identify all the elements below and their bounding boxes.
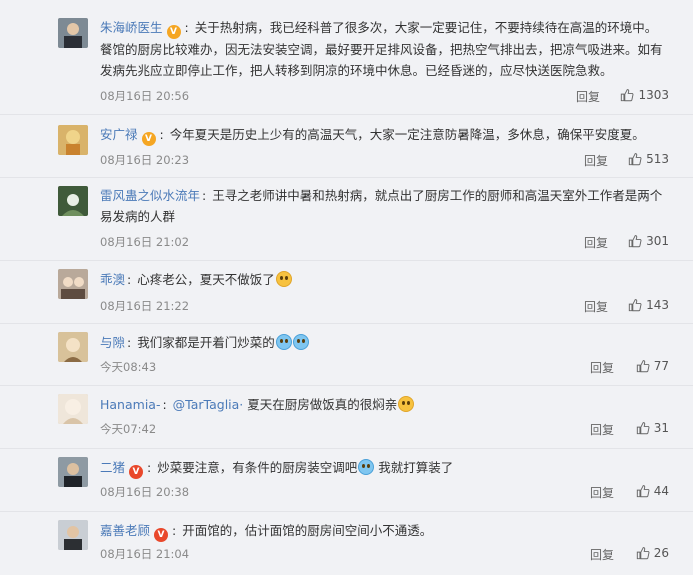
thumbs-up-icon (628, 153, 642, 166)
avatar[interactable] (58, 394, 88, 424)
avatar[interactable] (58, 125, 88, 155)
like-button[interactable]: 301 (628, 234, 669, 248)
user-name[interactable]: 乖澳 (100, 272, 125, 287)
comment-item: 嘉善老顾 V: 开面馆的，估计面馆的厨房间空间小不通透。 08月16日 21:04… (0, 511, 693, 575)
reply-button[interactable]: 回复 (584, 298, 608, 315)
like-count: 143 (646, 298, 669, 312)
like-button[interactable]: 513 (628, 152, 669, 166)
comment-meta: 08月16日 20:23 回复 513 (100, 152, 669, 168)
user-name[interactable]: 与隙 (100, 335, 125, 350)
comment-text: 我们家都是开着门炒菜的 (137, 335, 275, 350)
reply-button[interactable]: 回复 (590, 484, 614, 501)
comment-body: 朱海峤医生 V: 关于热射病，我已经科普了很多次，大家一定要记住，不要持续待在高温… (100, 20, 663, 78)
verified-badge-icon: V (141, 132, 156, 146)
comment-item: 朱海峤医生 V: 关于热射病，我已经科普了很多次，大家一定要记住，不要持续待在高温… (0, 0, 693, 115)
comment-item: 二猪 V: 炒菜要注意，有条件的厨房装空调吧 我就打算装了 08月16日 20:3… (0, 448, 693, 512)
comment-body: 雷风蛊之似水流年: 王寻之老师讲中暑和热射病，就点出了厨房工作的厨师和高温天室外… (100, 188, 663, 224)
comment-item: 与隙: 我们家都是开着门炒菜的 今天08:43 回复 77 (0, 323, 693, 386)
like-count: 301 (646, 234, 669, 248)
comment-text: 炒菜要注意，有条件的厨房装空调吧 (157, 460, 358, 475)
reply-button[interactable]: 回复 (584, 152, 608, 169)
like-button[interactable]: 26 (636, 546, 669, 560)
like-count: 26 (653, 546, 669, 560)
timestamp: 08月16日 21:02 (100, 235, 190, 249)
comment-item: 乖澳: 心疼老公，夏天不做饭了 08月16日 21:22 回复 143 (0, 260, 693, 324)
thumbs-up-icon (636, 422, 650, 435)
comment-item: 安广禄 V: 今年夏天是历史上少有的高温天气，大家一定注意防暑降温，多休息，确保平… (0, 114, 693, 178)
verified-badge-icon: V (129, 465, 144, 479)
comment-body: 嘉善老顾 V: 开面馆的，估计面馆的厨房间空间小不通透。 (100, 523, 433, 542)
avatar[interactable] (58, 18, 88, 48)
comment-item: Hanamia-: @TarTaglia· 夏天在厨房做饭真的很焖亲 今天07:… (0, 385, 693, 449)
like-count: 77 (653, 359, 669, 373)
timestamp: 08月16日 20:38 (100, 485, 190, 499)
avatar[interactable] (58, 269, 88, 299)
comment-body: 安广禄 V: 今年夏天是历史上少有的高温天气，大家一定注意防暑降温，多休息，确保平… (100, 127, 645, 146)
comment-meta: 08月16日 20:38 回复 44 (100, 484, 669, 500)
comment-text: 心疼老公，夏天不做饭了 (137, 272, 275, 287)
emoji-shocked-icon (398, 396, 415, 412)
comment-text: 夏天在厨房做饭真的很焖亲 (247, 397, 398, 412)
emoji-crying-icon (292, 334, 309, 350)
timestamp: 今天07:42 (100, 422, 157, 436)
reply-button[interactable]: 回复 (590, 421, 614, 438)
timestamp: 08月16日 20:56 (100, 89, 190, 103)
comment-meta: 今天08:43 回复 77 (100, 359, 669, 375)
user-name[interactable]: 朱海峤医生 (100, 20, 163, 35)
avatar[interactable] (58, 457, 88, 487)
comment-body: Hanamia-: @TarTaglia· 夏天在厨房做饭真的很焖亲 (100, 394, 669, 415)
comment-feed: 朱海峤医生 V: 关于热射病，我已经科普了很多次，大家一定要记住，不要持续待在高温… (0, 0, 693, 575)
comment-meta: 08月16日 21:04 回复 26 (100, 546, 669, 562)
timestamp: 08月16日 20:23 (100, 153, 190, 167)
user-name[interactable]: 二猪 (100, 460, 125, 475)
user-name[interactable]: 雷风蛊之似水流年 (100, 188, 200, 203)
thumbs-up-icon (628, 235, 642, 248)
comment-body: 乖澳: 心疼老公，夏天不做饭了 (100, 269, 669, 290)
emoji-crying-icon (358, 459, 375, 475)
avatar[interactable] (58, 332, 88, 362)
avatar[interactable] (58, 520, 88, 550)
like-count: 31 (653, 421, 669, 435)
timestamp: 今天08:43 (100, 360, 157, 374)
like-button[interactable]: 1303 (620, 88, 669, 102)
like-count: 513 (646, 152, 669, 166)
comment-meta: 08月16日 20:56 回复 1303 (100, 88, 669, 104)
emoji-crying-icon (275, 334, 292, 350)
thumbs-up-icon (636, 360, 650, 373)
verified-badge-icon: V (166, 25, 181, 39)
comment-body: 二猪 V: 炒菜要注意，有条件的厨房装空调吧 我就打算装了 (100, 459, 454, 479)
timestamp: 08月16日 21:22 (100, 299, 190, 313)
comment-body: 与隙: 我们家都是开着门炒菜的 (100, 332, 669, 353)
like-button[interactable]: 44 (636, 484, 669, 498)
thumbs-up-icon (636, 547, 650, 560)
like-count: 44 (653, 484, 669, 498)
like-count: 1303 (638, 88, 669, 102)
comment-item: 雷风蛊之似水流年: 王寻之老师讲中暑和热射病，就点出了厨房工作的厨师和高温天室外… (0, 177, 693, 261)
reply-button[interactable]: 回复 (576, 88, 600, 105)
user-name[interactable]: 安广禄 (100, 127, 138, 142)
like-button[interactable]: 77 (636, 359, 669, 373)
like-button[interactable]: 143 (628, 298, 669, 312)
comment-text: 今年夏天是历史上少有的高温天气，大家一定注意防暑降温，多休息，确保平安度夏。 (169, 127, 645, 142)
avatar[interactable] (58, 186, 88, 216)
user-name[interactable]: Hanamia- (100, 397, 160, 412)
reply-button[interactable]: 回复 (584, 234, 608, 251)
thumbs-up-icon (636, 485, 650, 498)
reply-button[interactable]: 回复 (590, 546, 614, 563)
comment-text-after: 我就打算装了 (378, 460, 454, 475)
comment-meta: 今天07:42 回复 31 (100, 421, 669, 437)
verified-badge-icon: V (154, 528, 169, 542)
reply-button[interactable]: 回复 (590, 359, 614, 376)
comment-meta: 08月16日 21:22 回复 143 (100, 298, 669, 314)
thumbs-up-icon (621, 89, 634, 102)
like-button[interactable]: 31 (636, 421, 669, 435)
user-name[interactable]: 嘉善老顾 (100, 523, 150, 538)
comment-text: 开面馆的，估计面馆的厨房间空间小不通透。 (182, 523, 433, 538)
timestamp: 08月16日 21:04 (100, 547, 190, 561)
emoji-shocked-icon (275, 271, 292, 287)
thumbs-up-icon (628, 299, 642, 312)
mention-link[interactable]: @TarTaglia· (173, 397, 244, 412)
comment-meta: 08月16日 21:02 回复 301 (100, 234, 669, 250)
